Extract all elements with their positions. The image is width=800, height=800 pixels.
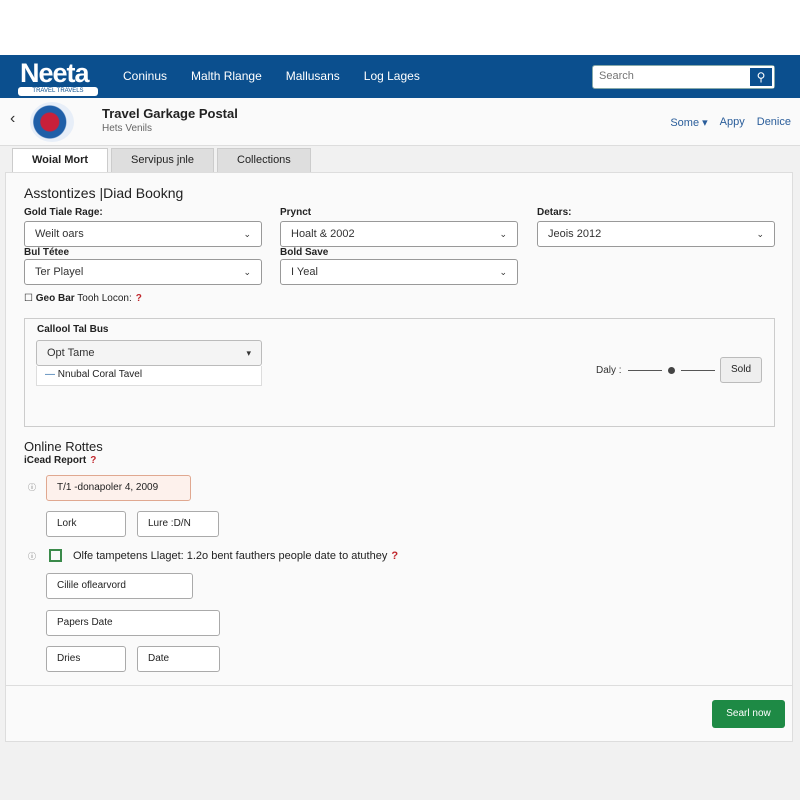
back-icon[interactable]: ‹ (10, 110, 15, 128)
help-icon[interactable]: ? (90, 455, 96, 466)
search-icon[interactable]: ⚲ (748, 66, 774, 88)
page-subtitle: Hets Venils (102, 123, 153, 134)
chevron-down-icon: ⌄ (756, 229, 764, 239)
field-label: Bold Save (280, 247, 329, 258)
denice-link[interactable]: Denice (757, 116, 791, 129)
nav-link[interactable]: Log Lages (364, 69, 420, 83)
select-details[interactable]: Jeois 2012 ⌄ (537, 221, 775, 247)
field-label: Gold Tiale Rage: (24, 207, 103, 218)
tab-woial-mort[interactable]: Woial Mort (12, 148, 109, 173)
logo-text: Neeta (20, 58, 90, 88)
tab-servipus[interactable]: Servipus jnle (111, 148, 214, 173)
sold-button[interactable]: Sold (720, 357, 762, 383)
select-bul[interactable]: Ter Playel ⌄ (24, 259, 262, 285)
option-label: Nnubal Coral Tavel (57, 369, 143, 380)
select-value: Hoalt & 2002 (291, 228, 355, 240)
dropdown-option[interactable]: — Nnubal Coral Tavel (36, 366, 262, 386)
highlight-field[interactable]: T/1 -donapoler 4, 2009 (46, 475, 191, 501)
section-subtitle: iCead Report? (24, 455, 96, 466)
logo-tag: TRAVEL TRAVELS (18, 87, 98, 96)
field-label: Bul Tétee (24, 247, 70, 258)
app-logo (30, 102, 74, 142)
some-dropdown[interactable]: Some ▾ (670, 116, 707, 129)
select-value: Opt Tame (47, 347, 95, 359)
lork-field[interactable]: Lork (46, 511, 126, 537)
checkbox[interactable] (49, 549, 62, 562)
daly-slider[interactable]: Daly : (596, 365, 715, 376)
info-icon: ⓘ (28, 552, 36, 561)
form-title: Asstontizes |Diad Bookng (24, 185, 184, 201)
field-label: Detars: (537, 207, 572, 218)
date-field[interactable]: Date (137, 646, 220, 672)
geo-checkbox-row[interactable]: ☐ Geo Bar Tooh Locon:? (24, 293, 142, 304)
subtitle-text: iCead Report (24, 455, 87, 466)
chevron-down-icon: ⌄ (243, 229, 251, 239)
search-box: ⚲ (592, 65, 775, 89)
sub-header: ‹ Travel Garkage Postal Hets Venils Some… (0, 98, 800, 146)
field-label: Prynct (280, 207, 312, 218)
opt-select[interactable]: Opt Tame ▾ (36, 340, 262, 366)
top-band (0, 0, 800, 55)
caret-down-icon: ▾ (246, 348, 251, 358)
logo[interactable]: Neeta TRAVEL TRAVELS (18, 58, 98, 96)
info-icon: ⓘ (28, 483, 36, 492)
papers-date-field[interactable]: Papers Date (46, 610, 220, 636)
field-oflearvord[interactable]: Cilile oflearvord (46, 573, 193, 599)
checkbox-label: Tooh Locon: (77, 293, 132, 304)
check-text: Olfe tampetens Llaget: 1.2o bent fauther… (73, 550, 388, 562)
checkbox-label-bold: Geo Bar (35, 293, 75, 304)
chevron-down-icon: ⌄ (499, 229, 507, 239)
select-product[interactable]: Hoalt & 2002 ⌄ (280, 221, 518, 247)
select-value: Jeois 2012 (548, 228, 602, 240)
box-label: Callool Tal Bus (37, 324, 109, 335)
slider-label: Daly : (596, 365, 622, 376)
lure-field[interactable]: Lure :D/N (137, 511, 219, 537)
navbar: Neeta TRAVEL TRAVELS Coninus Malth Rlange… (0, 55, 800, 98)
apply-link[interactable]: Appy (720, 116, 745, 129)
main-panel: Asstontizes |Diad Bookng Gold Tiale Rage… (5, 172, 793, 742)
help-icon[interactable]: ? (136, 293, 142, 304)
search-now-button[interactable]: Searl now (712, 700, 785, 728)
bus-box: Callool Tal Bus Opt Tame ▾ — Nnubal Coral… (24, 318, 775, 427)
select-value: Ter Playel (35, 266, 84, 278)
nav-link[interactable]: Coninus (123, 69, 167, 83)
search-input[interactable] (599, 70, 739, 82)
select-bold-save[interactable]: I Yeal ⌄ (280, 259, 518, 285)
dries-field[interactable]: Dries (46, 646, 126, 672)
section-title: Online Rottes (24, 439, 103, 454)
slider-handle[interactable] (667, 367, 675, 374)
footer-divider (6, 685, 792, 686)
nav-link[interactable]: Malth Rlange (191, 69, 262, 83)
help-icon[interactable]: ? (391, 550, 398, 562)
nav-link[interactable]: Mallusans (286, 69, 340, 83)
page-title: Travel Garkage Postal (102, 106, 238, 121)
select-gold[interactable]: Weilt oars ⌄ (24, 221, 262, 247)
select-value: Weilt oars (35, 228, 84, 240)
chevron-down-icon: ⌄ (243, 267, 251, 277)
select-value: I Yeal (291, 266, 318, 278)
chevron-down-icon: ⌄ (499, 267, 507, 277)
tab-collections[interactable]: Collections (217, 148, 311, 173)
checkbox-text: Olfe tampetens Llaget: 1.2o bent fauther… (73, 550, 398, 562)
